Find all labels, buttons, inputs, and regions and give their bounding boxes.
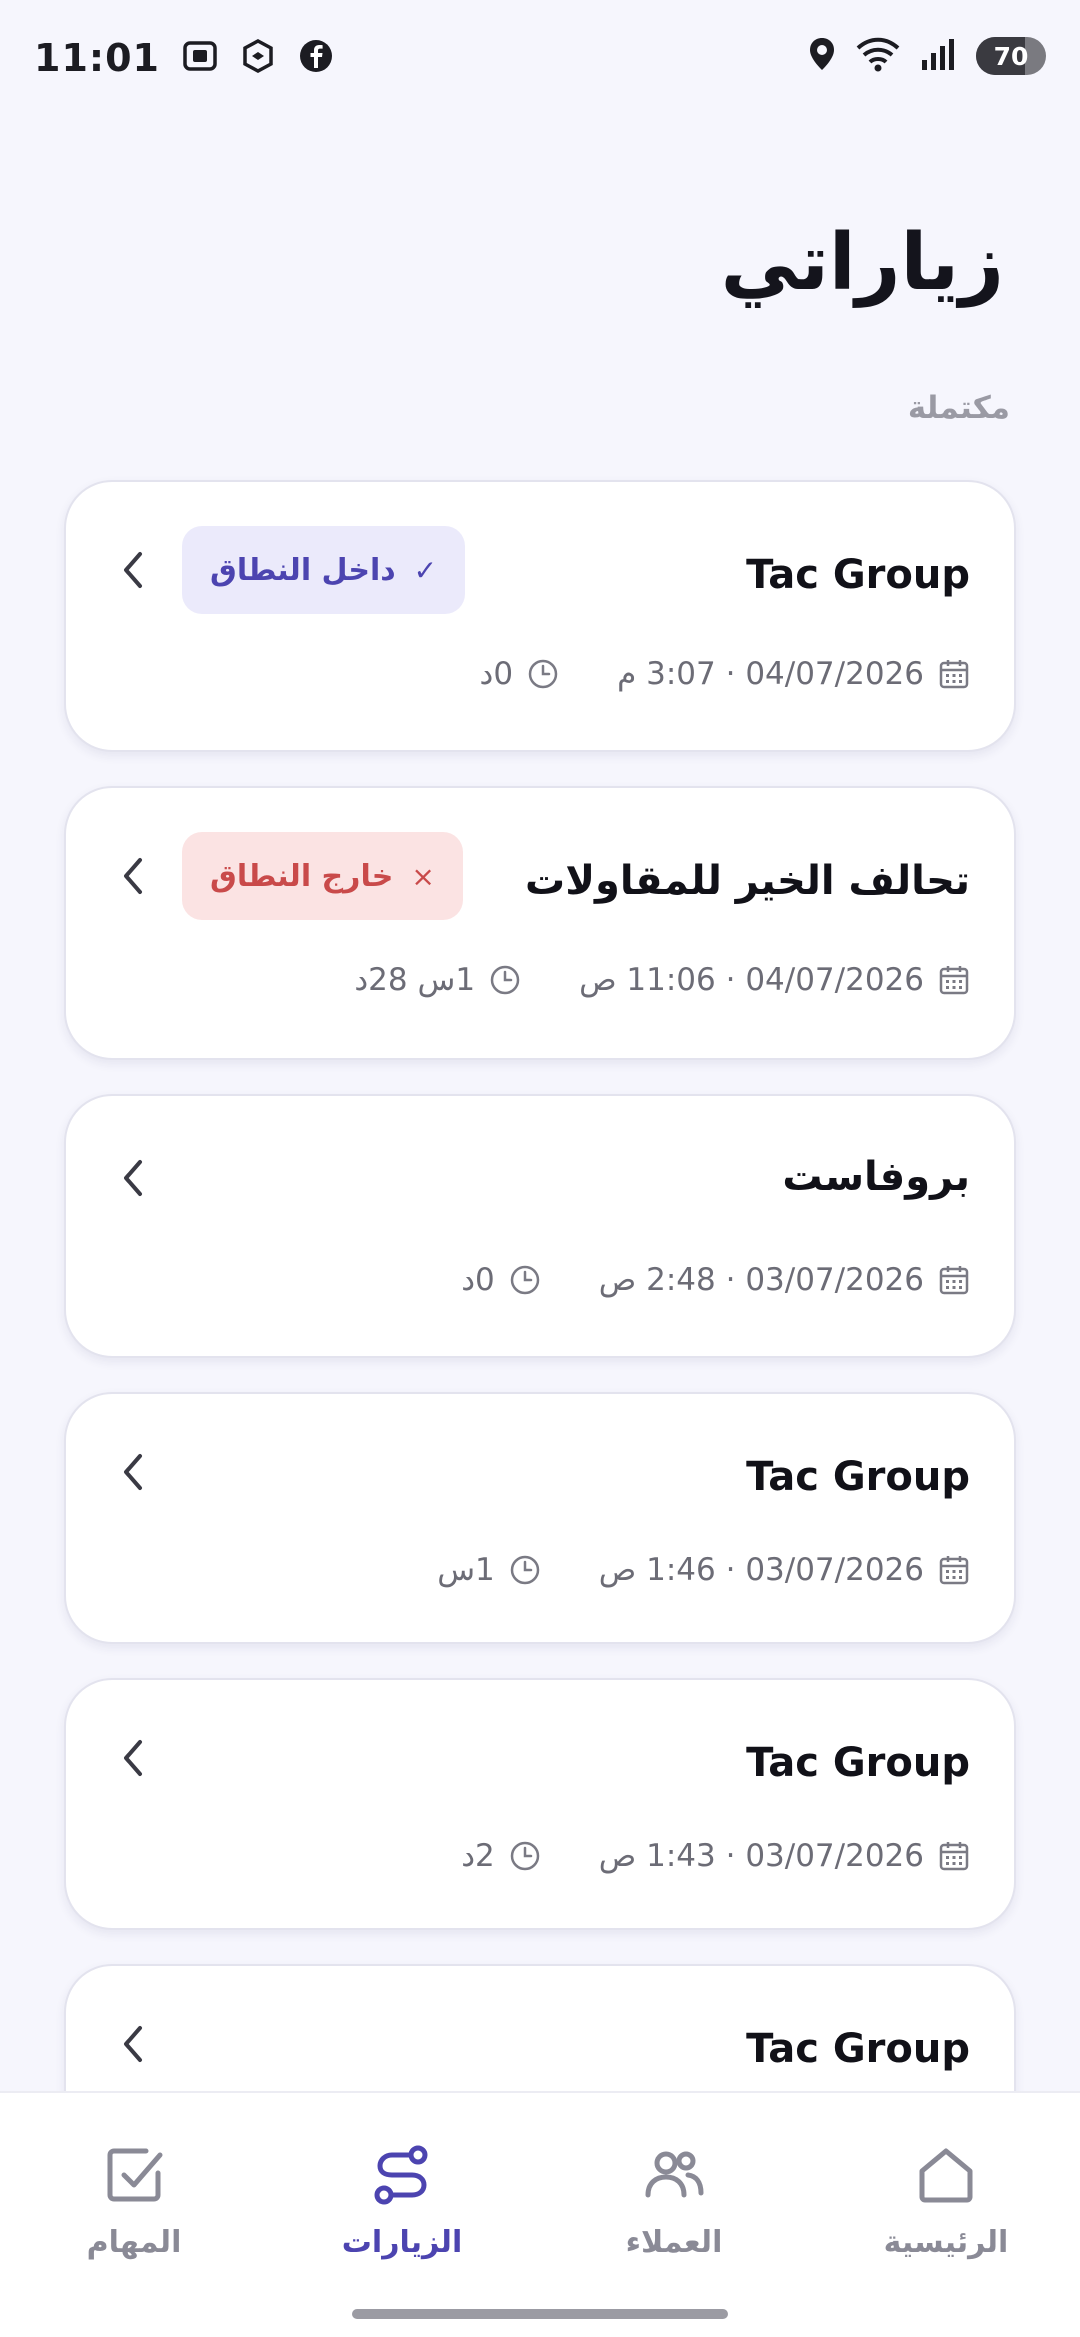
clock-icon: [510, 1841, 540, 1871]
badge-label: خارج النطاق: [210, 858, 394, 894]
nav-label-clients: العملاء: [625, 2225, 723, 2260]
section-label-completed: مكتملة: [907, 390, 1010, 426]
visit-meta: 04/07/2026 · 11:06 ص 1س 28د: [354, 962, 970, 998]
status-badge: × خارج النطاق: [182, 832, 463, 920]
chevron-left-icon[interactable]: [116, 854, 150, 898]
nav-item-visits[interactable]: الزيارات: [302, 2143, 502, 2260]
visit-card[interactable]: تحالف الخير للمقاولات × خارج النطاق 04/0…: [64, 786, 1016, 1060]
clock-icon: [528, 659, 558, 689]
clock-icon: [510, 1555, 540, 1585]
status-time: 11:01: [34, 36, 160, 80]
visit-duration: 1س: [437, 1552, 495, 1588]
visit-datetime: 04/07/2026 · 11:06 ص: [579, 962, 924, 998]
route-icon: [374, 2145, 428, 2205]
facebook-icon: [298, 38, 334, 78]
calendar-icon: [939, 1556, 969, 1585]
signal-icon: [920, 36, 958, 76]
visit-duration: 0د: [461, 1262, 495, 1298]
client-name: بروفاست: [782, 1154, 970, 1200]
battery-icon: 70: [976, 37, 1046, 75]
visit-meta: 03/07/2026 · 1:46 ص 1س: [437, 1552, 970, 1588]
battery-level: 70: [993, 41, 1029, 71]
visit-card[interactable]: Tac Group 03/07/2026 · 1:46 ص 1س: [64, 1392, 1016, 1644]
check-icon: ✓: [413, 553, 438, 587]
nav-label-home: الرئيسية: [883, 2225, 1009, 2260]
status-badge: ✓ داخل النطاق: [182, 526, 466, 614]
nav-item-clients[interactable]: العملاء: [574, 2143, 774, 2260]
client-name: Tac Group: [746, 1740, 970, 1786]
client-name: Tac Group: [746, 1454, 970, 1500]
chevron-left-icon[interactable]: [116, 1156, 150, 1200]
home-indicator[interactable]: [352, 2309, 728, 2319]
visit-duration: 2د: [461, 1838, 495, 1874]
nav-item-tasks[interactable]: المهام: [34, 2143, 234, 2260]
status-bar-left: 11:01: [34, 36, 334, 80]
close-icon: ×: [411, 859, 435, 893]
chevron-left-icon[interactable]: [116, 2022, 150, 2066]
visit-datetime: 03/07/2026 · 2:48 ص: [598, 1262, 924, 1298]
visit-card[interactable]: Tac Group 03/07/2026 · 1:43 ص 2د: [64, 1678, 1016, 1930]
visit-card[interactable]: Tac Group ✓ داخل النطاق 04/07/2026 · 3:0…: [64, 480, 1016, 752]
nav-label-visits: الزيارات: [341, 2225, 463, 2260]
chevron-left-icon[interactable]: [116, 1450, 150, 1494]
client-name: Tac Group: [746, 2026, 970, 2072]
visit-duration: 1س 28د: [354, 962, 476, 998]
chevron-left-icon[interactable]: [116, 548, 150, 592]
page-title: زياراتي: [720, 218, 1004, 308]
clock-icon: [510, 1265, 540, 1295]
screenshot-icon: [182, 38, 218, 78]
visit-meta: 03/07/2026 · 1:43 ص 2د: [461, 1838, 970, 1874]
visit-datetime: 03/07/2026 · 1:46 ص: [598, 1552, 924, 1588]
calendar-icon: [939, 1266, 969, 1295]
visit-duration: 0د: [479, 656, 514, 692]
nav-label-tasks: المهام: [86, 2225, 182, 2260]
clock-icon: [490, 965, 520, 995]
client-name: تحالف الخير للمقاولات: [525, 858, 970, 904]
shield-app-icon: [240, 38, 276, 78]
location-icon: [808, 36, 836, 76]
status-bar: 11:01 70: [0, 0, 1080, 120]
bottom-nav: المهام الزيارات العملاء الرئيسية: [0, 2091, 1080, 2337]
visit-meta: 03/07/2026 · 2:48 ص 0د: [461, 1262, 970, 1298]
checkbox-icon: [107, 2148, 163, 2202]
chevron-left-icon[interactable]: [116, 1736, 150, 1780]
wifi-icon: [854, 36, 902, 76]
visit-card[interactable]: بروفاست 03/07/2026 · 2:48 ص 0د: [64, 1094, 1016, 1358]
home-icon: [919, 2148, 973, 2203]
visit-datetime: 03/07/2026 · 1:43 ص: [598, 1838, 924, 1874]
calendar-icon: [939, 1842, 969, 1871]
visit-meta: 04/07/2026 · 3:07 م 0د: [480, 656, 970, 692]
calendar-icon: [939, 660, 969, 689]
nav-item-home[interactable]: الرئيسية: [846, 2143, 1046, 2260]
badge-label: داخل النطاق: [210, 552, 396, 588]
visit-datetime: 04/07/2026 · 3:07 م: [617, 656, 924, 692]
calendar-icon: [939, 966, 969, 995]
client-name: Tac Group: [746, 552, 970, 598]
status-bar-right: 70: [808, 36, 1046, 76]
visits-screen: 11:01 70 زياراتي مكتملة Tac Group ✓ داخل…: [0, 0, 1080, 2337]
users-icon: [645, 2151, 704, 2198]
